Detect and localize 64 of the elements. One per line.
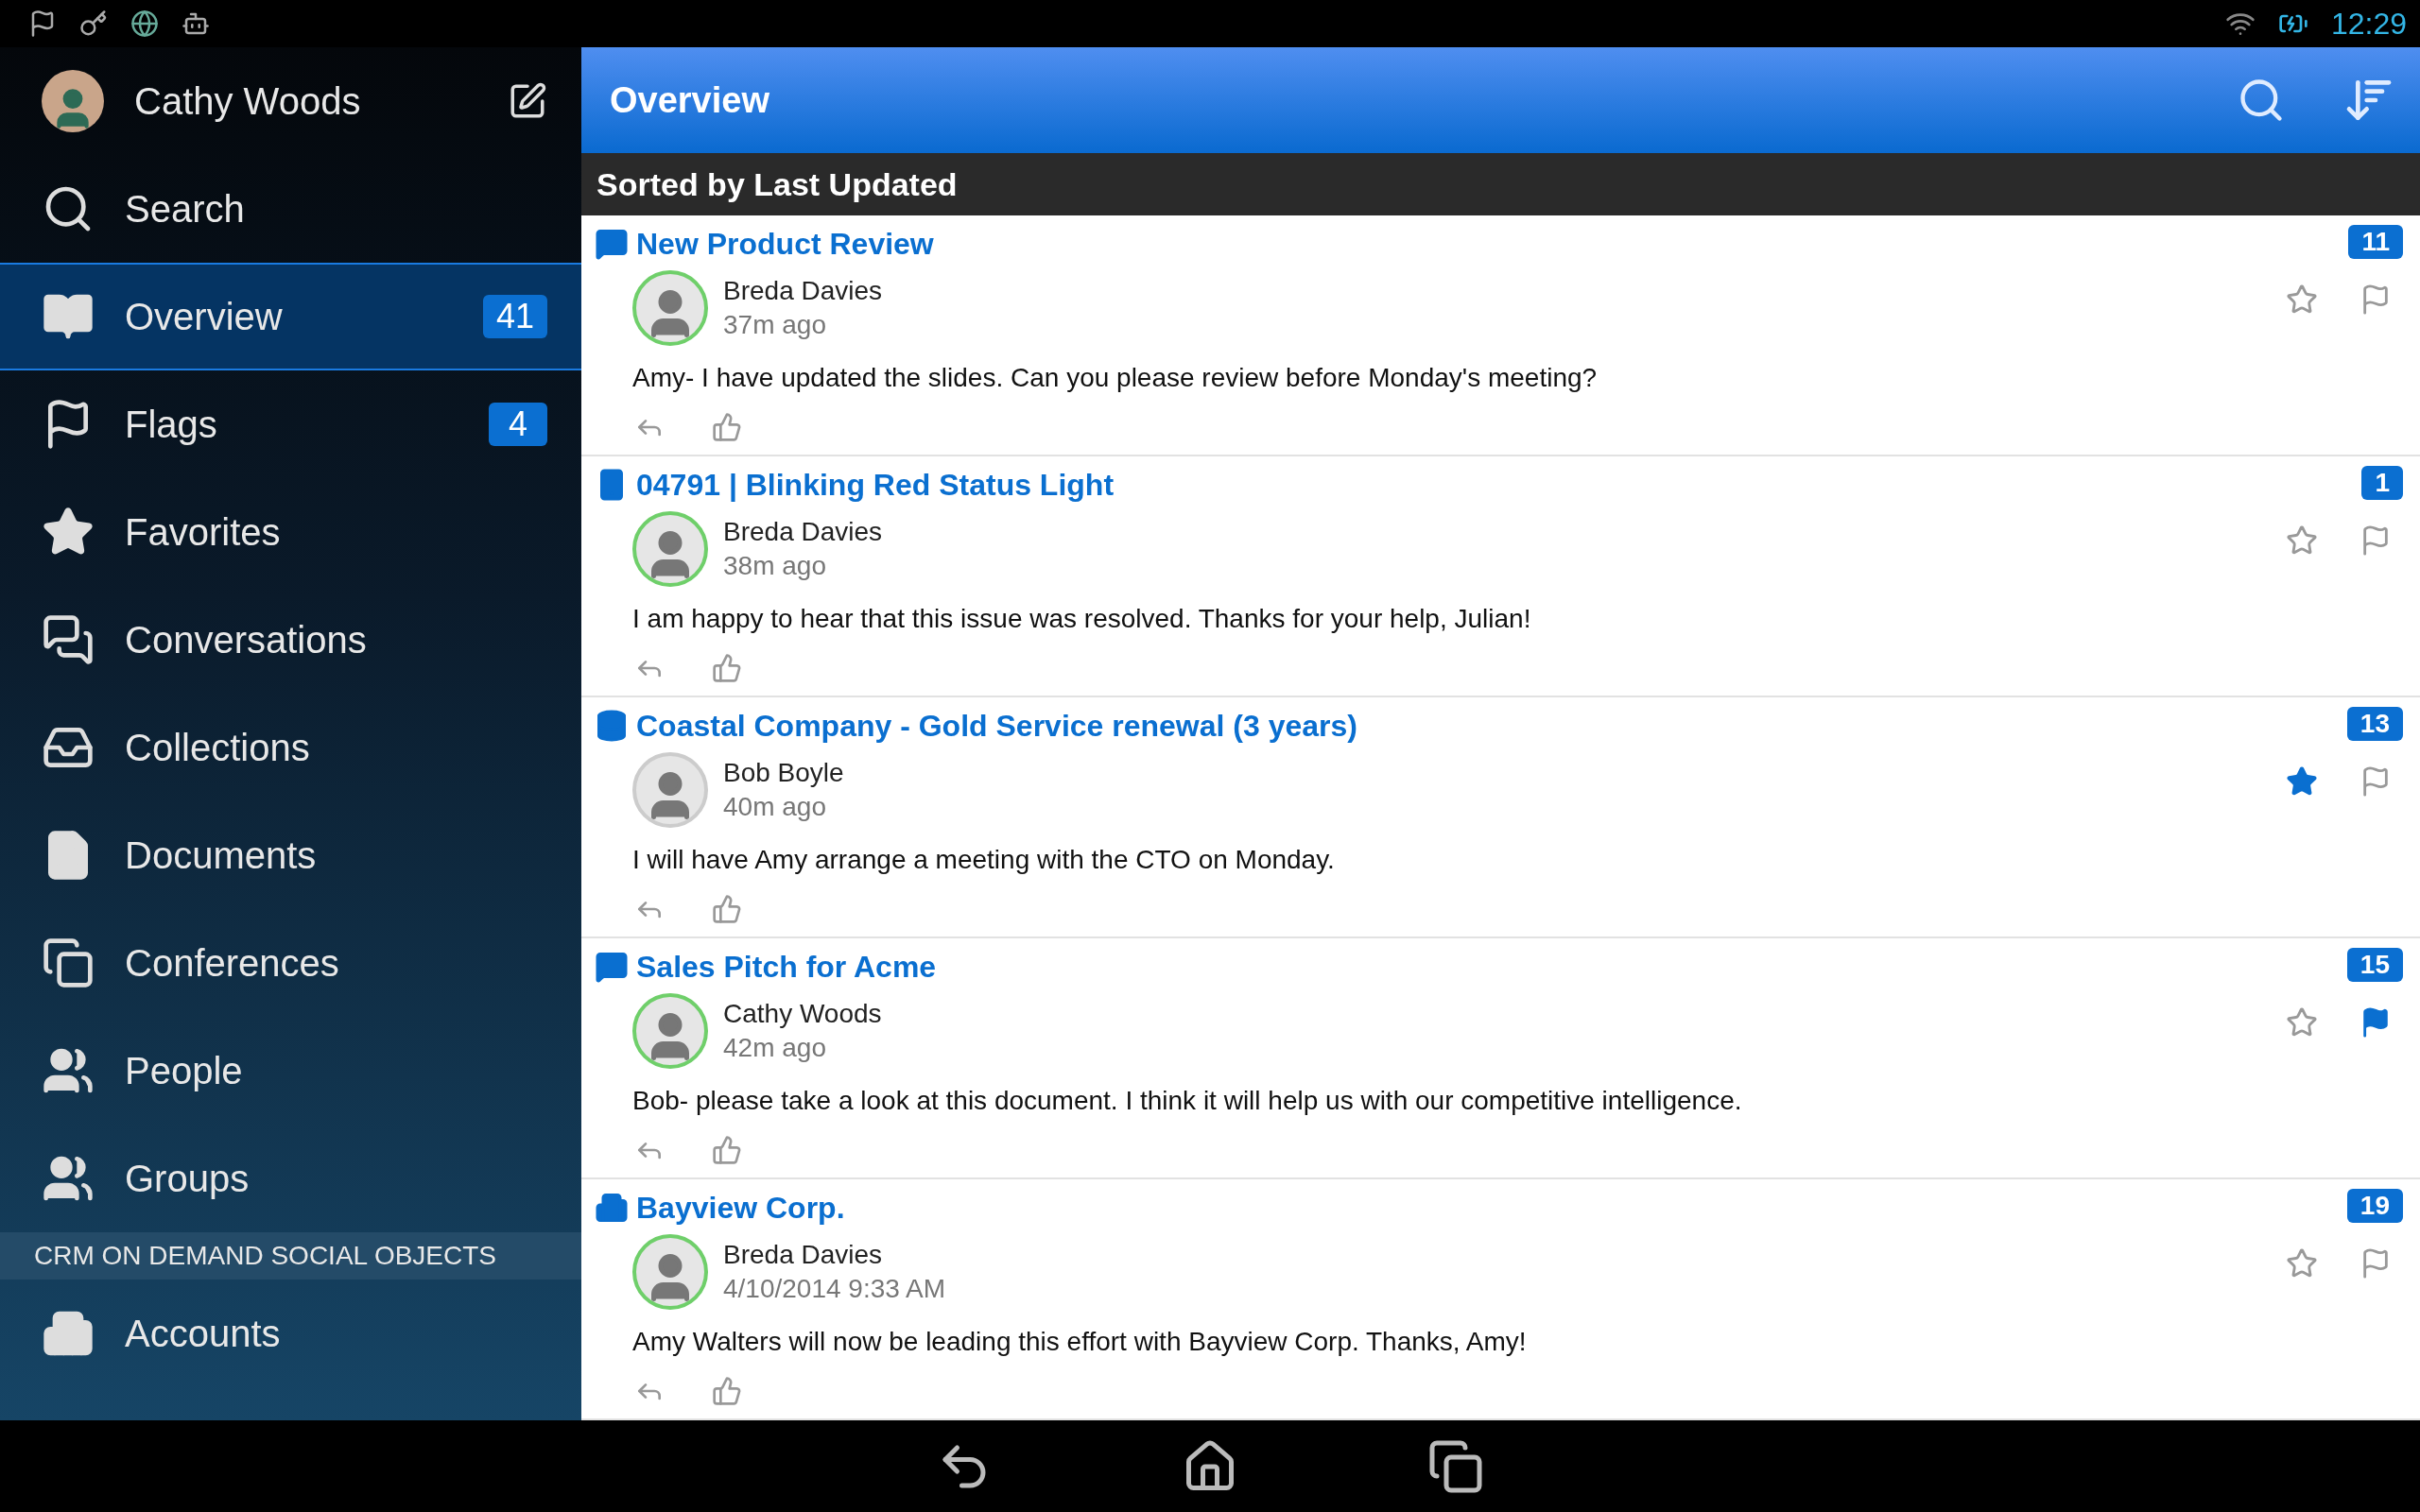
sidebar-item[interactable]: Flags 4 xyxy=(0,370,581,478)
star-button[interactable] xyxy=(2286,765,2318,798)
feed-item[interactable]: 04791 | Blinking Red Status Light Breda Davies 38m ago I am happy to hear that this issue was resolved. Thanks for your help, Julian! 1 xyxy=(581,456,2420,697)
star-button[interactable] xyxy=(2286,1247,2318,1280)
star-button[interactable] xyxy=(2286,1006,2318,1039)
timestamp: 4/10/2014 9:33 AM xyxy=(723,1274,946,1304)
message-text: Bob- please take a look at this document. I think it will help us with our competitive intelligence. xyxy=(631,1085,1743,1117)
item-title[interactable]: New Product Review xyxy=(636,226,934,262)
key-icon xyxy=(79,9,108,38)
timestamp: 37m ago xyxy=(723,310,827,340)
sidebar-item[interactable]: Favorites xyxy=(0,478,581,586)
star-button[interactable] xyxy=(2286,284,2318,316)
timestamp: 40m ago xyxy=(723,792,827,822)
sidebar-item[interactable]: Overview 41 xyxy=(0,263,581,370)
reply-count: 19 xyxy=(2346,1189,2403,1223)
like-button[interactable] xyxy=(712,894,742,924)
author-name: Breda Davies xyxy=(723,1240,884,1270)
item-title[interactable]: Sales Pitch for Acme xyxy=(636,949,937,985)
timestamp: 42m ago xyxy=(723,1033,827,1063)
reply-count: 15 xyxy=(2346,948,2403,982)
item-title[interactable]: Coastal Company - Gold Service renewal (3 years) xyxy=(636,708,1357,744)
message-text: Amy Walters will now be leading this effort with Bayview Corp. Thanks, Amy! xyxy=(631,1326,1528,1358)
star-button[interactable] xyxy=(2286,524,2318,557)
section-header: CRM ON DEMAND SOCIAL OBJECTS xyxy=(0,1232,581,1280)
like-button[interactable] xyxy=(712,412,742,442)
feed-item[interactable]: Sales Pitch for Acme Cathy Woods 42m ago Bob- please take a look at this document. I think it will help us with our competitive intelligence. 15 xyxy=(581,938,2420,1179)
sidebar-item[interactable]: People xyxy=(0,1017,581,1125)
reply-count: 11 xyxy=(2348,225,2403,259)
globe-icon xyxy=(130,9,159,38)
sidebar-item[interactable]: Documents xyxy=(0,801,581,909)
sidebar-item[interactable]: Search xyxy=(0,155,581,263)
count-badge: 41 xyxy=(482,295,547,338)
speech-bubble-icon xyxy=(595,950,629,984)
feed-item[interactable]: New Product Review Breda Davies 37m ago Amy- I have updated the slides. Can you please review before Monday's meeting? 11 xyxy=(581,215,2420,456)
user-name: Cathy Woods xyxy=(134,79,362,123)
message-text: Amy- I have updated the slides. Can you please review before Monday's meeting? xyxy=(631,362,1599,394)
item-title[interactable]: 04791 | Blinking Red Status Light xyxy=(636,467,1115,503)
author-name: Cathy Woods xyxy=(723,999,882,1029)
reply-count: 13 xyxy=(2346,707,2403,741)
stacked-windows-icon xyxy=(42,936,95,989)
like-button[interactable] xyxy=(712,653,742,683)
author-name: Breda Davies xyxy=(723,276,883,306)
chat-bubbles-icon xyxy=(42,613,95,666)
sort-label: Sorted by Last Updated xyxy=(581,153,2420,215)
sidebar-item[interactable]: Conferences xyxy=(0,909,581,1017)
speech-bubble-icon xyxy=(595,227,629,261)
feed-item[interactable]: Bayview Corp. Breda Davies 4/10/2014 9:33 AM Amy Walters will now be leading this effort with Bayview Corp. Thanks, Amy! 19 xyxy=(581,1179,2420,1420)
screen-title: Overview xyxy=(610,79,770,121)
clock-time: 12:29 xyxy=(2330,6,2407,42)
author-name: Breda Davies xyxy=(723,517,883,547)
author-name: Bob Boyle xyxy=(723,758,844,788)
like-button[interactable] xyxy=(712,1135,742,1165)
message-text: I am happy to hear that this issue was resolved. Thanks for your help, Julian! xyxy=(631,603,1532,635)
sidebar-item[interactable]: Accounts xyxy=(0,1280,581,1387)
timestamp: 38m ago xyxy=(723,551,827,581)
count-badge: 4 xyxy=(489,403,547,446)
message-text: I will have Amy arrange a meeting with the CTO on Monday. xyxy=(631,844,1336,876)
sidebar-item[interactable]: Collections xyxy=(0,694,581,801)
item-title[interactable]: Bayview Corp. xyxy=(636,1190,845,1226)
like-button[interactable] xyxy=(712,1376,742,1406)
reply-count: 1 xyxy=(2361,466,2403,500)
feed-item[interactable]: Coastal Company - Gold Service renewal (3 years) Bob Boyle 40m ago I will have Amy arrange a meeting with the CTO on Monday. 13 xyxy=(581,697,2420,938)
sidebar-item[interactable]: Conversations xyxy=(0,586,581,694)
sidebar-item[interactable]: Groups xyxy=(0,1125,581,1232)
